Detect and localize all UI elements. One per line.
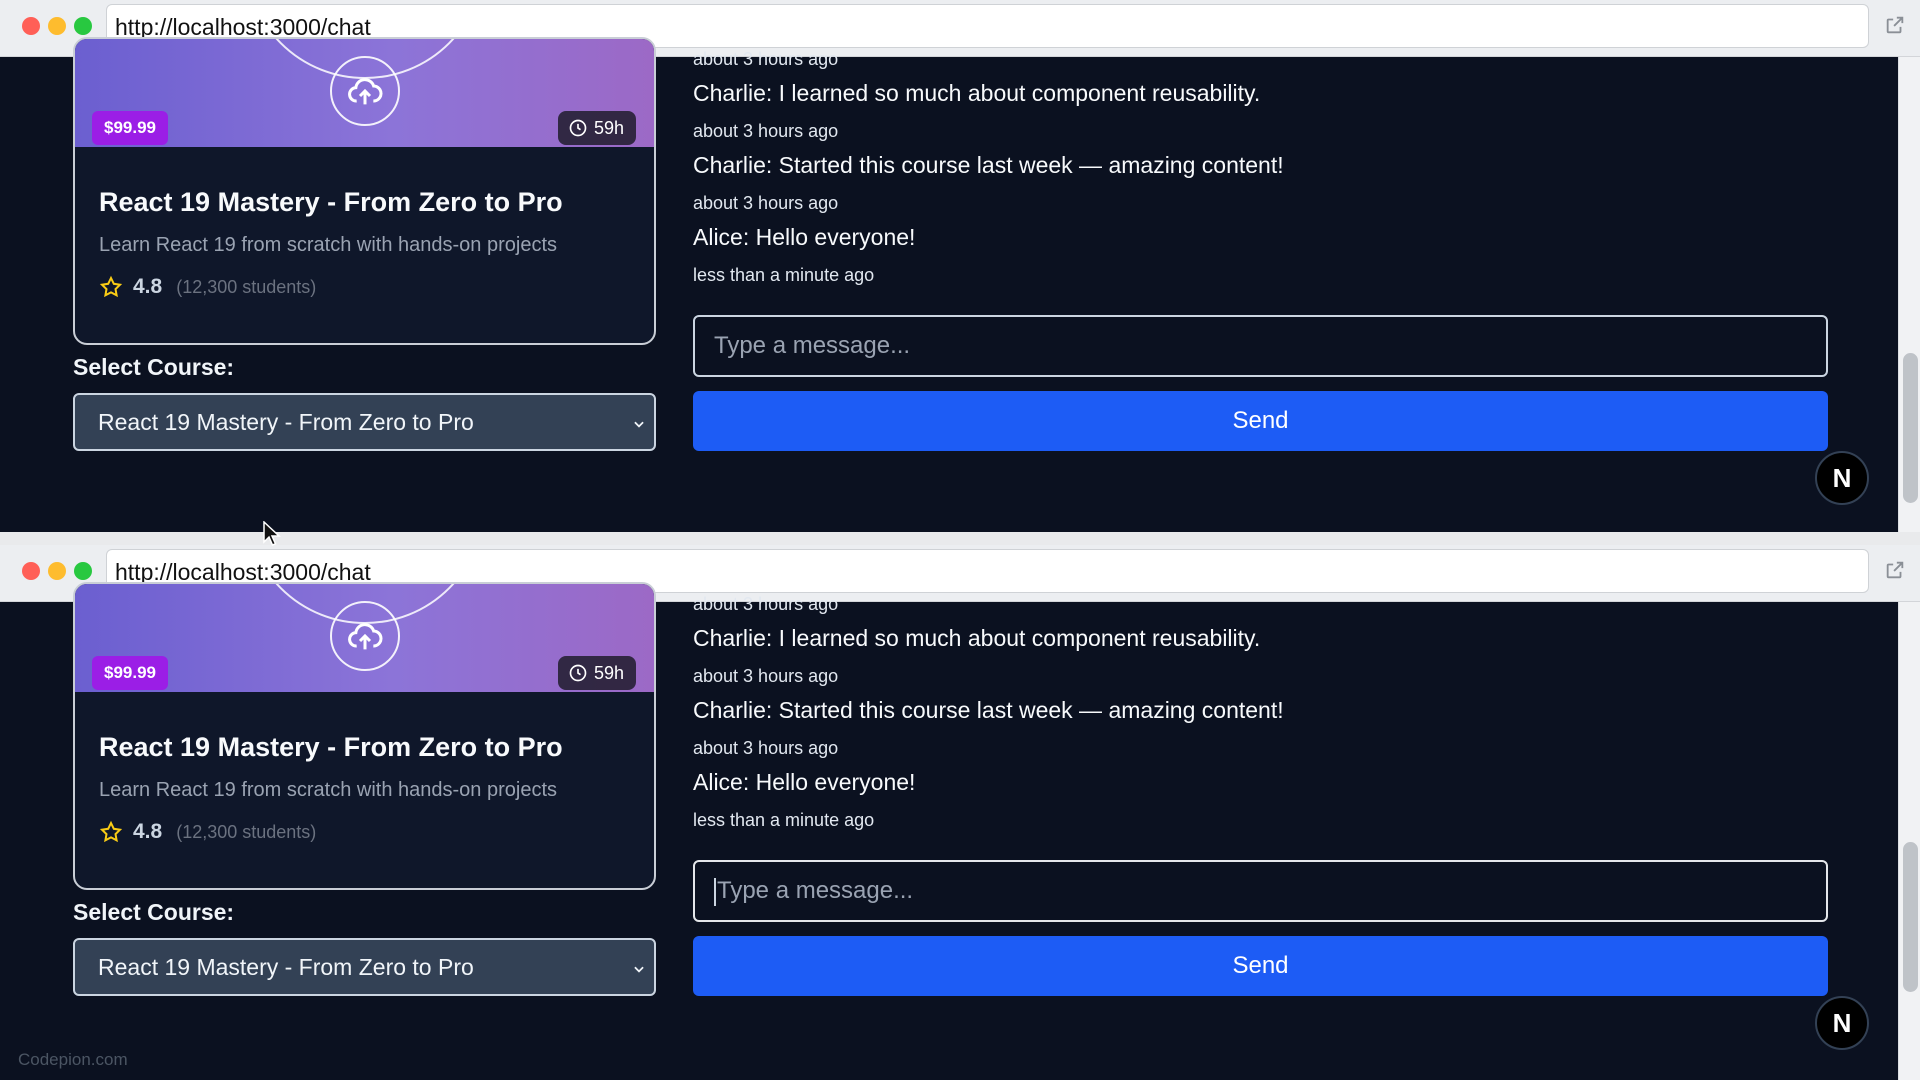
course-description: Learn React 19 from scratch with hands-o… bbox=[99, 234, 557, 256]
page-content: $99.99 59h React 19 Mastery - From Zero … bbox=[0, 37, 1920, 532]
scrollbar-thumb[interactable] bbox=[1903, 842, 1918, 992]
external-link-icon[interactable] bbox=[1884, 14, 1906, 36]
text-caret bbox=[714, 877, 716, 906]
course-select[interactable]: React 19 Mastery - From Zero to Pro bbox=[73, 938, 656, 996]
course-thumbnail: $99.99 59h bbox=[75, 584, 654, 692]
select-course-label: Select Course: bbox=[73, 354, 235, 380]
course-rating: 4.8 (12,300 students) bbox=[99, 275, 316, 299]
chat-message: Alice: Hello everyone! bbox=[693, 224, 916, 250]
cloud-upload-icon bbox=[330, 56, 400, 126]
course-description: Learn React 19 from scratch with hands-o… bbox=[99, 779, 557, 801]
chevron-down-icon bbox=[634, 421, 644, 428]
mouse-cursor-icon bbox=[263, 521, 281, 546]
close-window-button[interactable] bbox=[22, 562, 40, 580]
rating-value: 4.8 bbox=[133, 275, 163, 298]
message-time: less than a minute ago bbox=[693, 265, 875, 285]
selected-course: React 19 Mastery - From Zero to Pro bbox=[98, 409, 474, 435]
star-icon bbox=[99, 275, 123, 298]
message-time: about 3 hours ago bbox=[693, 666, 839, 686]
course-card[interactable]: $99.99 59h React 19 Mastery - From Zero … bbox=[73, 582, 656, 890]
scrollbar[interactable] bbox=[1898, 57, 1920, 532]
course-title: React 19 Mastery - From Zero to Pro bbox=[99, 187, 563, 217]
browser-window-1: http://localhost:3000/chat $99.99 59h Re… bbox=[0, 0, 1920, 532]
course-rating: 4.8 (12,300 students) bbox=[99, 820, 316, 844]
message-time: less than a minute ago bbox=[693, 810, 875, 830]
message-input-placeholder: Type a message... bbox=[717, 877, 914, 904]
chat-message: Charlie: I learned so much about compone… bbox=[693, 80, 1261, 106]
duration-badge: 59h bbox=[557, 111, 636, 145]
message-input[interactable]: Type a message... bbox=[693, 860, 1828, 922]
student-count: (12,300 students) bbox=[176, 821, 317, 842]
course-card[interactable]: $99.99 59h React 19 Mastery - From Zero … bbox=[73, 37, 656, 345]
message-time: about 3 hours ago bbox=[693, 193, 839, 213]
nextjs-dev-badge[interactable]: N bbox=[1815, 996, 1869, 1050]
course-title: React 19 Mastery - From Zero to Pro bbox=[99, 732, 563, 762]
send-button[interactable]: Send bbox=[693, 391, 1828, 451]
price-badge: $99.99 bbox=[92, 656, 168, 690]
price-badge: $99.99 bbox=[92, 111, 168, 145]
watermark: Codepion.com bbox=[18, 1050, 128, 1069]
message-time: about 3 hours ago bbox=[693, 594, 839, 614]
course-thumbnail: $99.99 59h bbox=[75, 39, 654, 147]
selected-course: React 19 Mastery - From Zero to Pro bbox=[98, 954, 474, 980]
message-time: about 3 hours ago bbox=[693, 738, 839, 758]
chat-message: Charlie: Started this course last week —… bbox=[693, 697, 1284, 723]
clock-icon bbox=[569, 119, 587, 137]
close-window-button[interactable] bbox=[22, 17, 40, 35]
student-count: (12,300 students) bbox=[176, 276, 317, 297]
browser-window-2: http://localhost:3000/chat $99.99 59h Re… bbox=[0, 545, 1920, 1080]
maximize-window-button[interactable] bbox=[74, 17, 92, 35]
send-button[interactable]: Send bbox=[693, 936, 1828, 996]
external-link-icon[interactable] bbox=[1884, 559, 1906, 581]
clock-icon bbox=[569, 664, 587, 682]
message-time: about 3 hours ago bbox=[693, 121, 839, 141]
chat-message: Charlie: Started this course last week —… bbox=[693, 152, 1284, 178]
maximize-window-button[interactable] bbox=[74, 562, 92, 580]
chat-message: Alice: Hello everyone! bbox=[693, 769, 916, 795]
message-time: about 3 hours ago bbox=[693, 49, 839, 69]
minimize-window-button[interactable] bbox=[48, 562, 66, 580]
chevron-down-icon bbox=[634, 966, 644, 973]
scrollbar[interactable] bbox=[1898, 602, 1920, 1080]
duration-text: 59h bbox=[593, 118, 624, 138]
message-input-placeholder: Type a message... bbox=[714, 332, 911, 359]
cloud-upload-icon bbox=[330, 601, 400, 671]
duration-text: 59h bbox=[593, 663, 624, 683]
chat-message: Charlie: I learned so much about compone… bbox=[693, 625, 1261, 651]
select-course-label: Select Course: bbox=[73, 899, 235, 925]
nextjs-dev-badge[interactable]: N bbox=[1815, 451, 1869, 505]
page-content: $99.99 59h React 19 Mastery - From Zero … bbox=[0, 582, 1920, 1080]
rating-value: 4.8 bbox=[133, 820, 163, 843]
minimize-window-button[interactable] bbox=[48, 17, 66, 35]
course-select[interactable]: React 19 Mastery - From Zero to Pro bbox=[73, 393, 656, 451]
duration-badge: 59h bbox=[557, 656, 636, 690]
star-icon bbox=[99, 820, 123, 843]
scrollbar-thumb[interactable] bbox=[1903, 353, 1918, 503]
message-input[interactable]: Type a message... bbox=[693, 315, 1828, 377]
